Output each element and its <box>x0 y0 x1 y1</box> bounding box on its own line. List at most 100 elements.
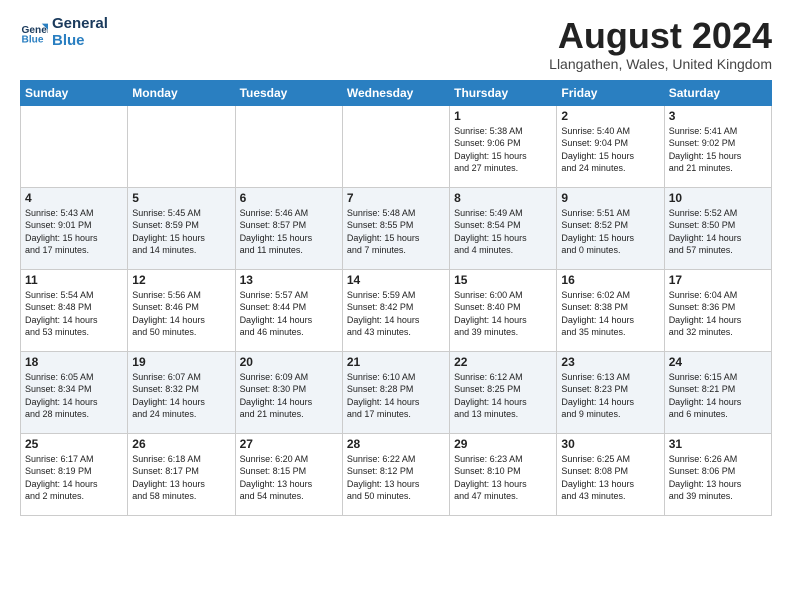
column-header-monday: Monday <box>128 80 235 105</box>
calendar-header-row: SundayMondayTuesdayWednesdayThursdayFrid… <box>21 80 772 105</box>
day-number: 30 <box>561 437 659 451</box>
location: Llangathen, Wales, United Kingdom <box>549 56 772 72</box>
calendar-cell: 13 Sunrise: 5:57 AM Sunset: 8:44 PM Dayli… <box>235 269 342 351</box>
calendar-cell: 14Sunrise: 5:59 AM Sunset: 8:42 PM Dayli… <box>342 269 449 351</box>
day-info: Sunrise: 5:48 AM Sunset: 8:55 PM Dayligh… <box>347 207 445 257</box>
day-info: Sunrise: 5:52 AM Sunset: 8:50 PM Dayligh… <box>669 207 767 257</box>
calendar-cell: 28Sunrise: 6:22 AM Sunset: 8:12 PM Dayli… <box>342 433 449 515</box>
calendar-cell: 20Sunrise: 6:09 AM Sunset: 8:30 PM Dayli… <box>235 351 342 433</box>
calendar-cell: 4Sunrise: 5:43 AM Sunset: 9:01 PM Daylig… <box>21 187 128 269</box>
calendar-cell: 16 Sunrise: 6:02 AM Sunset: 8:38 PM Dayli… <box>557 269 664 351</box>
calendar-cell: 7 Sunrise: 5:48 AM Sunset: 8:55 PM Daylig… <box>342 187 449 269</box>
day-number: 1 <box>454 109 552 123</box>
day-info: Sunrise: 6:12 AM Sunset: 8:25 PM Dayligh… <box>454 371 552 421</box>
calendar-cell: 25 Sunrise: 6:17 AM Sunset: 8:19 PM Dayli… <box>21 433 128 515</box>
day-info: Sunrise: 5:57 AM Sunset: 8:44 PM Dayligh… <box>240 289 338 339</box>
day-info: Sunrise: 6:22 AM Sunset: 8:12 PM Dayligh… <box>347 453 445 503</box>
day-info: Sunrise: 5:56 AM Sunset: 8:46 PM Dayligh… <box>132 289 230 339</box>
day-info: Sunrise: 5:51 AM Sunset: 8:52 PM Dayligh… <box>561 207 659 257</box>
day-number: 13 <box>240 273 338 287</box>
day-number: 25 <box>25 437 123 451</box>
calendar-week-row: 11 Sunrise: 5:54 AM Sunset: 8:48 PM Dayli… <box>21 269 772 351</box>
day-info: Sunrise: 5:38 AM Sunset: 9:06 PM Dayligh… <box>454 125 552 175</box>
day-number: 10 <box>669 191 767 205</box>
calendar-cell: 23Sunrise: 6:13 AM Sunset: 8:23 PM Dayli… <box>557 351 664 433</box>
calendar-cell: 2 Sunrise: 5:40 AM Sunset: 9:04 PM Daylig… <box>557 105 664 187</box>
day-info: Sunrise: 6:15 AM Sunset: 8:21 PM Dayligh… <box>669 371 767 421</box>
day-number: 12 <box>132 273 230 287</box>
calendar-cell: 31Sunrise: 6:26 AM Sunset: 8:06 PM Dayli… <box>664 433 771 515</box>
column-header-saturday: Saturday <box>664 80 771 105</box>
logo-icon: General Blue <box>20 19 48 47</box>
day-info: Sunrise: 6:26 AM Sunset: 8:06 PM Dayligh… <box>669 453 767 503</box>
logo-blue: Blue <box>52 33 108 50</box>
calendar-cell: 17 Sunrise: 6:04 AM Sunset: 8:36 PM Dayli… <box>664 269 771 351</box>
page: General Blue General Blue August 2024 Ll… <box>0 0 792 612</box>
column-header-tuesday: Tuesday <box>235 80 342 105</box>
column-header-wednesday: Wednesday <box>342 80 449 105</box>
logo-general: General <box>52 16 108 33</box>
calendar-cell: 12 Sunrise: 5:56 AM Sunset: 8:46 PM Dayli… <box>128 269 235 351</box>
calendar-cell: 27 Sunrise: 6:20 AM Sunset: 8:15 PM Dayli… <box>235 433 342 515</box>
day-number: 27 <box>240 437 338 451</box>
calendar-week-row: 18Sunrise: 6:05 AM Sunset: 8:34 PM Dayli… <box>21 351 772 433</box>
day-number: 11 <box>25 273 123 287</box>
day-info: Sunrise: 6:04 AM Sunset: 8:36 PM Dayligh… <box>669 289 767 339</box>
calendar-cell <box>235 105 342 187</box>
day-info: Sunrise: 5:54 AM Sunset: 8:48 PM Dayligh… <box>25 289 123 339</box>
day-number: 21 <box>347 355 445 369</box>
calendar-cell: 11 Sunrise: 5:54 AM Sunset: 8:48 PM Dayli… <box>21 269 128 351</box>
calendar-table: SundayMondayTuesdayWednesdayThursdayFrid… <box>20 80 772 516</box>
day-number: 17 <box>669 273 767 287</box>
day-number: 23 <box>561 355 659 369</box>
column-header-friday: Friday <box>557 80 664 105</box>
column-header-sunday: Sunday <box>21 80 128 105</box>
calendar-cell <box>21 105 128 187</box>
calendar-cell: 1 Sunrise: 5:38 AM Sunset: 9:06 PM Daylig… <box>450 105 557 187</box>
calendar-cell: 18Sunrise: 6:05 AM Sunset: 8:34 PM Dayli… <box>21 351 128 433</box>
day-number: 9 <box>561 191 659 205</box>
day-number: 19 <box>132 355 230 369</box>
day-info: Sunrise: 6:02 AM Sunset: 8:38 PM Dayligh… <box>561 289 659 339</box>
calendar-cell: 15 Sunrise: 6:00 AM Sunset: 8:40 PM Dayli… <box>450 269 557 351</box>
day-info: Sunrise: 5:49 AM Sunset: 8:54 PM Dayligh… <box>454 207 552 257</box>
day-number: 16 <box>561 273 659 287</box>
day-info: Sunrise: 5:43 AM Sunset: 9:01 PM Dayligh… <box>25 207 123 257</box>
calendar-cell: 29Sunrise: 6:23 AM Sunset: 8:10 PM Dayli… <box>450 433 557 515</box>
day-number: 18 <box>25 355 123 369</box>
day-info: Sunrise: 5:41 AM Sunset: 9:02 PM Dayligh… <box>669 125 767 175</box>
calendar-cell: 26Sunrise: 6:18 AM Sunset: 8:17 PM Dayli… <box>128 433 235 515</box>
svg-text:Blue: Blue <box>22 34 44 45</box>
calendar-cell <box>128 105 235 187</box>
day-number: 5 <box>132 191 230 205</box>
day-number: 15 <box>454 273 552 287</box>
day-info: Sunrise: 5:40 AM Sunset: 9:04 PM Dayligh… <box>561 125 659 175</box>
calendar-week-row: 1 Sunrise: 5:38 AM Sunset: 9:06 PM Daylig… <box>21 105 772 187</box>
calendar-cell: 3Sunrise: 5:41 AM Sunset: 9:02 PM Daylig… <box>664 105 771 187</box>
calendar-cell <box>342 105 449 187</box>
day-number: 2 <box>561 109 659 123</box>
day-info: Sunrise: 6:00 AM Sunset: 8:40 PM Dayligh… <box>454 289 552 339</box>
day-info: Sunrise: 6:07 AM Sunset: 8:32 PM Dayligh… <box>132 371 230 421</box>
day-info: Sunrise: 5:46 AM Sunset: 8:57 PM Dayligh… <box>240 207 338 257</box>
month-title: August 2024 <box>549 16 772 56</box>
day-info: Sunrise: 6:17 AM Sunset: 8:19 PM Dayligh… <box>25 453 123 503</box>
day-info: Sunrise: 5:45 AM Sunset: 8:59 PM Dayligh… <box>132 207 230 257</box>
calendar-week-row: 25 Sunrise: 6:17 AM Sunset: 8:19 PM Dayli… <box>21 433 772 515</box>
calendar-cell: 30 Sunrise: 6:25 AM Sunset: 8:08 PM Dayli… <box>557 433 664 515</box>
day-number: 20 <box>240 355 338 369</box>
day-info: Sunrise: 5:59 AM Sunset: 8:42 PM Dayligh… <box>347 289 445 339</box>
day-number: 24 <box>669 355 767 369</box>
title-block: August 2024 Llangathen, Wales, United Ki… <box>549 16 772 72</box>
day-number: 6 <box>240 191 338 205</box>
column-header-thursday: Thursday <box>450 80 557 105</box>
day-number: 29 <box>454 437 552 451</box>
day-info: Sunrise: 6:10 AM Sunset: 8:28 PM Dayligh… <box>347 371 445 421</box>
day-info: Sunrise: 6:25 AM Sunset: 8:08 PM Dayligh… <box>561 453 659 503</box>
calendar-cell: 5 Sunrise: 5:45 AM Sunset: 8:59 PM Daylig… <box>128 187 235 269</box>
day-info: Sunrise: 6:20 AM Sunset: 8:15 PM Dayligh… <box>240 453 338 503</box>
calendar-cell: 6 Sunrise: 5:46 AM Sunset: 8:57 PM Daylig… <box>235 187 342 269</box>
day-number: 7 <box>347 191 445 205</box>
calendar-cell: 19 Sunrise: 6:07 AM Sunset: 8:32 PM Dayli… <box>128 351 235 433</box>
calendar-week-row: 4Sunrise: 5:43 AM Sunset: 9:01 PM Daylig… <box>21 187 772 269</box>
